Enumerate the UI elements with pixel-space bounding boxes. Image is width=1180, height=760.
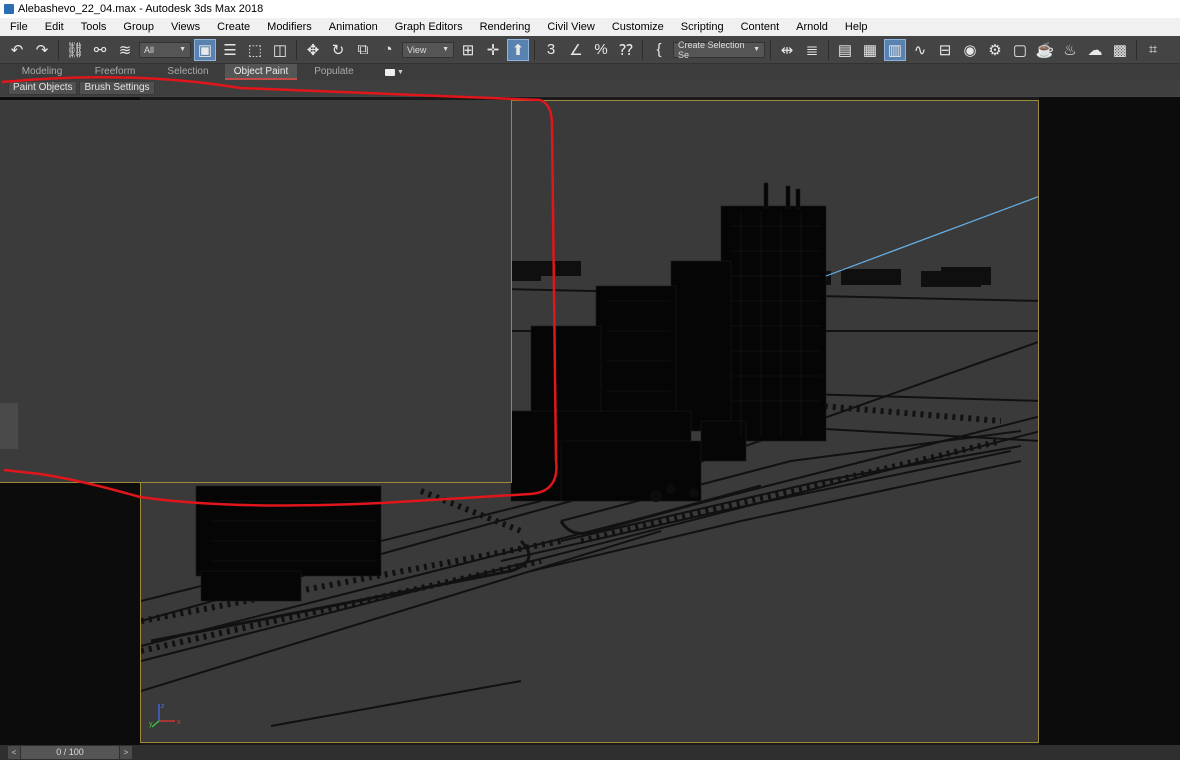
render-production-icon[interactable]: ☕ — [1034, 39, 1056, 61]
rotate-icon[interactable]: ↻ — [327, 39, 349, 61]
rendered-frame-icon[interactable]: ▢ — [1009, 39, 1031, 61]
brush-settings-button[interactable]: Brush Settings — [79, 81, 155, 95]
toolbar-divider — [1136, 39, 1137, 60]
viewport-right-strip — [1039, 97, 1180, 745]
move-icon[interactable]: ✥ — [302, 39, 324, 61]
menu-rendering[interactable]: Rendering — [470, 18, 538, 36]
chevron-down-icon: ▼ — [442, 46, 449, 53]
toolbar-divider — [296, 39, 297, 60]
menu-help[interactable]: Help — [835, 18, 875, 36]
unlink-icon[interactable]: ⚯ — [89, 39, 111, 61]
angle-snap-icon[interactable]: ∠ — [565, 39, 587, 61]
percent-snap-icon[interactable]: % — [590, 39, 612, 61]
undo-icon[interactable]: ↶ — [6, 39, 28, 61]
toolbar-divider — [58, 39, 59, 60]
window-crossing-icon[interactable]: ◫ — [269, 39, 291, 61]
place-icon[interactable]: ◔ — [377, 39, 399, 61]
material-editor-icon[interactable]: ◉ — [959, 39, 981, 61]
schematic-view-icon[interactable]: ⊟ — [934, 39, 956, 61]
render-in-cloud-icon[interactable]: ☁ — [1084, 39, 1106, 61]
menu-arnold[interactable]: Arnold — [786, 18, 835, 36]
toolbar-divider — [642, 39, 643, 60]
crop-icon[interactable]: ⌗ — [1142, 39, 1164, 61]
axis-gizmo: z y x — [149, 703, 181, 728]
menu-views[interactable]: Views — [161, 18, 207, 36]
menu-edit[interactable]: Edit — [35, 18, 71, 36]
tab-selection[interactable]: Selection — [152, 64, 224, 80]
tab-freeform[interactable]: Freeform — [79, 64, 151, 80]
named-selection-value: Create Selection Se — [678, 39, 745, 60]
axis-z-label: z — [161, 703, 165, 710]
time-prev-button[interactable]: < — [8, 746, 20, 759]
toolbar-divider — [770, 39, 771, 60]
chevron-down-icon: ▼ — [397, 68, 404, 76]
menu-bar: File Edit Tools Group Views Create Modif… — [0, 18, 1180, 36]
toolbar-divider — [828, 39, 829, 60]
select-object-icon[interactable]: ▣ — [194, 38, 216, 61]
align-icon[interactable]: ≣ — [801, 39, 823, 61]
spinner-snap-icon[interactable]: ⁇ — [615, 39, 637, 61]
select-by-name-icon[interactable]: ☰ — [219, 39, 241, 61]
menu-customize[interactable]: Customize — [602, 18, 671, 36]
axis-x-label: x — [177, 719, 181, 726]
a360-gallery-icon[interactable]: ▩ — [1109, 39, 1131, 61]
keyboard-shortcut-icon[interactable]: ⬆ — [507, 38, 529, 61]
main-toolbar: ↶ ↷ ⛓ ⚯ ≋ All ▼ ▣ ☰ ⬚ ◫ ✥ ↻ ⧉ ◔ View ▼ ⊞… — [0, 36, 1180, 64]
chevron-down-icon: ▼ — [753, 46, 760, 53]
tab-populate[interactable]: Populate — [298, 64, 370, 80]
menu-file[interactable]: File — [0, 18, 35, 36]
window-title: Alebashevo_22_04.max - Autodesk 3ds Max … — [18, 3, 264, 15]
layer-explorer-icon[interactable]: ▦ — [859, 39, 881, 61]
panel-grip-handle[interactable] — [0, 403, 18, 449]
menu-create[interactable]: Create — [207, 18, 257, 36]
link-icon[interactable]: ⛓ — [64, 39, 86, 61]
render-setup-icon[interactable]: ⚙ — [984, 39, 1006, 61]
curve-editor-icon[interactable]: ∿ — [909, 39, 931, 61]
menu-group[interactable]: Group — [113, 18, 161, 36]
edit-named-sets-icon[interactable]: { — [648, 39, 670, 61]
ribbon-panel: Paint Objects Brush Settings — [0, 80, 1180, 96]
menu-modifiers[interactable]: Modifiers — [257, 18, 319, 36]
ribbon-toggle-icon — [385, 68, 395, 76]
time-next-button[interactable]: > — [120, 746, 132, 759]
tab-modeling[interactable]: Modeling — [6, 64, 78, 80]
ribbon-tabs: Modeling Freeform Selection Object Paint… — [0, 64, 1180, 80]
selection-filter-value: All — [144, 44, 155, 55]
scale-icon[interactable]: ⧉ — [352, 39, 374, 61]
time-slider-handle[interactable]: 0 / 100 — [21, 746, 119, 759]
toolbar-divider — [534, 39, 535, 60]
menu-civil-view[interactable]: Civil View — [537, 18, 601, 36]
ribbon-minimize-toggle[interactable]: ▼ — [385, 68, 409, 76]
paint-objects-button[interactable]: Paint Objects — [8, 81, 78, 95]
axis-y-label: y — [149, 721, 153, 728]
chevron-down-icon: ▼ — [179, 46, 186, 53]
tab-object-paint[interactable]: Object Paint — [225, 64, 297, 80]
mirror-icon[interactable]: ⇹ — [776, 39, 798, 61]
bind-space-warp-icon[interactable]: ≋ — [114, 39, 136, 61]
snaps-icon[interactable]: 3 — [540, 39, 562, 61]
pivot-icon[interactable]: ⊞ — [457, 39, 479, 61]
ref-coord-value: View — [407, 44, 427, 55]
menu-tools[interactable]: Tools — [71, 18, 114, 36]
redo-icon[interactable]: ↷ — [31, 39, 53, 61]
object-paint-floating-panel — [0, 100, 512, 483]
title-bar: Alebashevo_22_04.max - Autodesk 3ds Max … — [0, 0, 1180, 18]
3dsmax-icon — [4, 4, 14, 14]
menu-animation[interactable]: Animation — [319, 18, 385, 36]
menu-content[interactable]: Content — [731, 18, 787, 36]
named-selection-dropdown[interactable]: Create Selection Se ▼ — [673, 39, 765, 60]
toggle-ribbon-icon[interactable]: ▥ — [884, 38, 906, 61]
scene-explorer-icon[interactable]: ▤ — [834, 39, 856, 61]
select-manipulate-icon[interactable]: ✛ — [482, 39, 504, 61]
menu-graph-editors[interactable]: Graph Editors — [385, 18, 470, 36]
render-iterative-icon[interactable]: ♨ — [1059, 39, 1081, 61]
time-slider: < 0 / 100 > — [0, 745, 1180, 760]
ref-coord-dropdown[interactable]: View ▼ — [402, 41, 454, 58]
selection-filter-dropdown[interactable]: All ▼ — [139, 41, 191, 58]
rect-selection-icon[interactable]: ⬚ — [244, 39, 266, 61]
menu-scripting[interactable]: Scripting — [671, 18, 731, 36]
